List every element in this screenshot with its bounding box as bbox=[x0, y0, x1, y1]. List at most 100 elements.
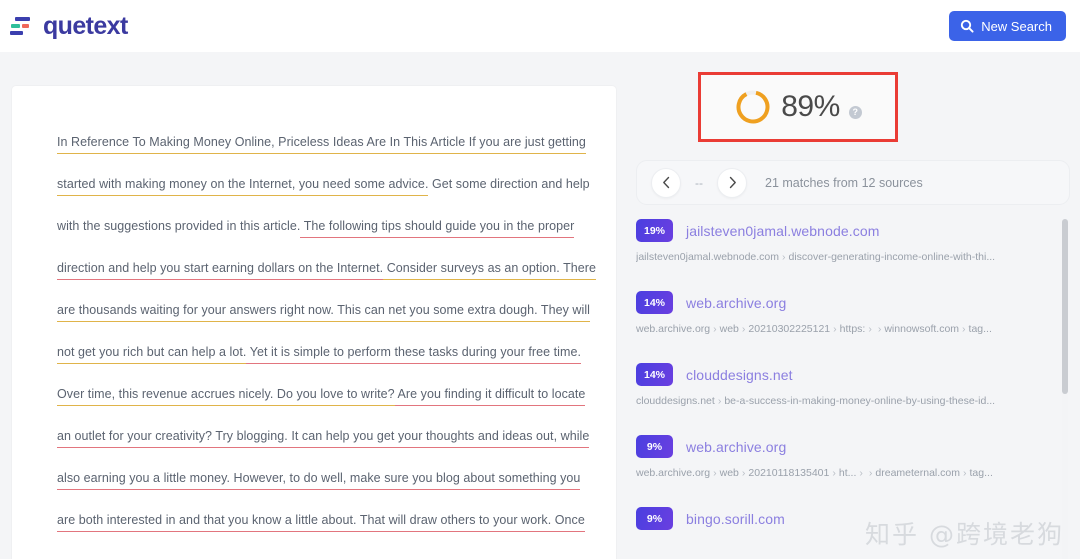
results-column: 89% ? -- 21 matches from 12 sources 19% j… bbox=[628, 52, 1080, 559]
match-segment-amber[interactable]: This can net you some extra dough. They … bbox=[333, 303, 590, 322]
source-breadcrumb: web.archive.org › web › 20210118135401 › ht...… bbox=[636, 467, 1056, 479]
breadcrumb-separator-icon: › bbox=[962, 323, 966, 335]
match-segment-red[interactable]: are both interested in and that you know… bbox=[57, 513, 357, 532]
match-segment-amber[interactable]: Consider surveys as an option. There bbox=[383, 261, 597, 280]
match-counter: -- bbox=[695, 175, 703, 190]
match-segment-red[interactable]: The following tips should guide you in t… bbox=[300, 219, 575, 238]
breadcrumb-part: https: bbox=[839, 323, 866, 335]
document-card[interactable]: In Reference To Making Money Online, Pri… bbox=[12, 86, 616, 559]
source-item[interactable]: 14% web.archive.org web.archive.org › web › 20… bbox=[636, 291, 1056, 335]
breadcrumb-separator-icon: › bbox=[717, 395, 722, 407]
source-percent-badge[interactable]: 14% bbox=[636, 363, 673, 386]
breadcrumb-separator-icon: › bbox=[713, 467, 717, 479]
breadcrumb-separator-icon: › bbox=[877, 323, 882, 335]
breadcrumb-separator-icon: › bbox=[782, 251, 786, 263]
watermark: 知乎 @跨境老狗 bbox=[865, 520, 1064, 549]
match-segment-red[interactable]: Yet it is simple to perform these tasks … bbox=[246, 345, 581, 364]
breadcrumb-part: 20210118135401 bbox=[748, 467, 830, 479]
brand: quetext bbox=[10, 12, 128, 41]
similarity-score-box: 89% ? bbox=[698, 72, 898, 142]
breadcrumb-part: web bbox=[719, 323, 739, 335]
sources-list[interactable]: 19% jailsteven0jamal.webnode.com jailsteve… bbox=[636, 219, 1070, 559]
match-segment-amber[interactable]: not get you rich but can help a lot. bbox=[57, 345, 247, 364]
matches-summary: 21 matches from 12 sources bbox=[765, 175, 923, 190]
breadcrumb-separator-icon: › bbox=[833, 323, 837, 335]
sources-scrollbar[interactable] bbox=[1062, 219, 1068, 559]
source-item[interactable]: 14% clouddesigns.net clouddesigns.net › be-a… bbox=[636, 363, 1056, 407]
source-domain-link[interactable]: web.archive.org bbox=[686, 295, 786, 311]
breadcrumb-part: winnowsoft.com bbox=[884, 323, 960, 335]
help-question-icon[interactable]: ? bbox=[848, 105, 862, 119]
breadcrumb-part: dreameternal.com bbox=[875, 467, 961, 479]
match-segment-red[interactable]: Are you finding it difficult to locate bbox=[394, 387, 586, 406]
breadcrumb-separator-icon: › bbox=[741, 323, 746, 335]
chevron-left-icon bbox=[662, 176, 669, 189]
document-line: an outlet for your creativity? Try blogg… bbox=[57, 429, 590, 472]
breadcrumb-part: jailsteven0jamal.webnode.com bbox=[636, 251, 779, 263]
new-search-label: New Search bbox=[981, 18, 1052, 34]
document-line: not get you rich but can help a lot. Yet… bbox=[57, 345, 581, 388]
breadcrumb-separator-icon: › bbox=[741, 467, 746, 479]
match-segment-red[interactable]: direction and help you start earning dol… bbox=[57, 261, 384, 280]
match-segment-amber[interactable]: Over time, this revenue accrues nicely. … bbox=[57, 387, 395, 406]
main-body: In Reference To Making Money Online, Pri… bbox=[0, 52, 1080, 559]
source-header: 9% web.archive.org bbox=[636, 435, 1056, 458]
match-segment-red[interactable]: It can help you get your thoughts and id… bbox=[287, 429, 590, 448]
text-segment: with the suggestions provided in this ar… bbox=[57, 219, 301, 233]
breadcrumb-part: 20210302225121 bbox=[748, 323, 831, 335]
breadcrumb-separator-icon: › bbox=[859, 467, 863, 479]
source-header: 14% web.archive.org bbox=[636, 291, 1056, 314]
source-domain-link[interactable]: clouddesigns.net bbox=[686, 367, 793, 383]
chevron-right-icon bbox=[729, 176, 736, 189]
breadcrumb-part: web.archive.org bbox=[636, 467, 711, 479]
match-segment-amber[interactable]: are thousands waiting for your answers r… bbox=[57, 303, 334, 322]
match-segment-red[interactable]: That will draw others to your work. Once bbox=[356, 513, 585, 532]
source-percent-badge[interactable]: 9% bbox=[636, 435, 673, 458]
match-segment-red[interactable]: However, to do well, make sure you blog … bbox=[230, 471, 581, 490]
source-domain-link[interactable]: bingo.sorill.com bbox=[686, 511, 785, 527]
source-header: 14% clouddesigns.net bbox=[636, 363, 1056, 386]
sources-scrollbar-thumb[interactable] bbox=[1062, 219, 1068, 394]
score-percent: 89% bbox=[781, 90, 840, 123]
match-segment-red[interactable]: also earning you a little money. bbox=[57, 471, 230, 490]
source-header: 19% jailsteven0jamal.webnode.com bbox=[636, 219, 1056, 242]
breadcrumb-separator-icon: › bbox=[832, 467, 836, 479]
breadcrumb-part: ht... bbox=[838, 467, 857, 479]
breadcrumb-separator-icon: › bbox=[868, 467, 873, 479]
source-percent-badge[interactable]: 19% bbox=[636, 219, 673, 242]
breadcrumb-part: web bbox=[719, 467, 739, 479]
match-segment-red[interactable]: an outlet for your creativity? Try blogg… bbox=[57, 429, 288, 448]
app-header: quetext New Search bbox=[0, 0, 1080, 52]
matches-nav-bar: -- 21 matches from 12 sources bbox=[636, 160, 1070, 205]
source-percent-badge[interactable]: 14% bbox=[636, 291, 673, 314]
source-percent-badge[interactable]: 9% bbox=[636, 507, 673, 530]
document-line: are both interested in and that you know… bbox=[57, 513, 585, 556]
breadcrumb-part: tag... bbox=[968, 323, 992, 335]
document-line: direction and help you start earning dol… bbox=[57, 261, 597, 304]
match-segment-amber[interactable]: started with making money on the Interne… bbox=[57, 177, 429, 196]
source-item[interactable]: 9% web.archive.org web.archive.org › web › 202… bbox=[636, 435, 1056, 479]
search-icon bbox=[961, 19, 974, 33]
source-domain-link[interactable]: web.archive.org bbox=[686, 439, 786, 455]
document-line: are thousands waiting for your answers r… bbox=[57, 303, 590, 346]
breadcrumb-part: tag... bbox=[969, 467, 993, 479]
text-segment: Get some direction and help bbox=[428, 177, 590, 191]
source-breadcrumb: web.archive.org › web › 20210302225121 › https… bbox=[636, 323, 1056, 335]
breadcrumb-part: web.archive.org bbox=[636, 323, 711, 335]
brand-name: quetext bbox=[43, 11, 128, 40]
source-item[interactable]: 19% jailsteven0jamal.webnode.com jailsteve… bbox=[636, 219, 1056, 263]
breadcrumb-separator-icon: › bbox=[963, 467, 967, 479]
document-line: started with making money on the Interne… bbox=[57, 177, 590, 220]
prev-match-button[interactable] bbox=[651, 167, 681, 198]
breadcrumb-part: discover-generating-income-online-with-t… bbox=[788, 251, 996, 263]
new-search-button[interactable]: New Search bbox=[949, 11, 1066, 41]
source-domain-link[interactable]: jailsteven0jamal.webnode.com bbox=[686, 223, 879, 239]
match-segment-amber[interactable]: In Reference To Making Money Online, Pri… bbox=[57, 135, 586, 154]
quetext-bars-logo-icon bbox=[10, 15, 34, 37]
breadcrumb-separator-icon: › bbox=[713, 323, 717, 335]
document-line: In Reference To Making Money Online, Pri… bbox=[57, 135, 586, 178]
breadcrumb-separator-icon: › bbox=[868, 323, 872, 335]
source-breadcrumb: clouddesigns.net › be-a-success-in-making-… bbox=[636, 395, 1056, 407]
next-match-button[interactable] bbox=[717, 167, 747, 198]
source-breadcrumb: jailsteven0jamal.webnode.com › discover-ge… bbox=[636, 251, 1056, 263]
